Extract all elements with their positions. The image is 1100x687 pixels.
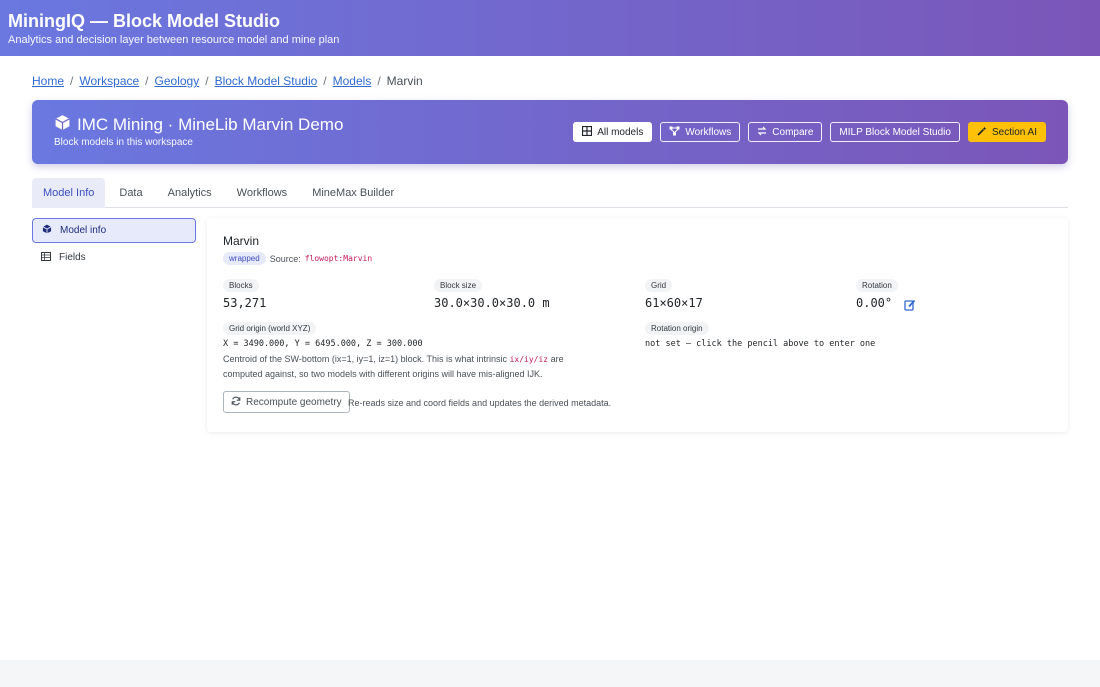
rotation-value: 0.00° bbox=[856, 296, 893, 310]
footer-bar bbox=[0, 660, 1100, 687]
cube-icon bbox=[42, 224, 52, 237]
tab-workflows[interactable]: Workflows bbox=[226, 178, 299, 208]
breadcrumb-home[interactable]: Home bbox=[32, 74, 64, 88]
rotation-label: Rotation bbox=[856, 279, 898, 292]
grid-origin-description: Centroid of the SW-bottom (ix=1, iy=1, i… bbox=[223, 352, 603, 381]
hero-subtitle: Block models in this workspace bbox=[54, 137, 193, 148]
workflows-button[interactable]: Workflows bbox=[660, 122, 741, 142]
pencil-edit-icon[interactable] bbox=[904, 298, 916, 311]
breadcrumb-separator: / bbox=[70, 74, 74, 88]
tab-analytics[interactable]: Analytics bbox=[157, 178, 223, 208]
recompute-label: Recompute geometry bbox=[246, 396, 342, 408]
breadcrumb-separator: / bbox=[323, 74, 327, 88]
tab-model-info[interactable]: Model Info bbox=[32, 178, 106, 208]
compare-button[interactable]: Compare bbox=[748, 122, 823, 142]
tab-bar: Model Info Data Analytics Workflows Mine… bbox=[32, 178, 1068, 208]
block-size-label: Block size bbox=[434, 279, 483, 292]
grid-label: Grid bbox=[645, 279, 673, 292]
breadcrumb-separator: / bbox=[377, 74, 381, 88]
source-label: Source: bbox=[269, 253, 301, 264]
grid-origin-value: X = 3490.000, Y = 6495.000, Z = 300.000 bbox=[223, 339, 423, 349]
hero-actions: All models Workflows Compare MILP Block … bbox=[573, 122, 1046, 142]
blocks-value: 53,271 bbox=[223, 296, 267, 310]
block-size-value: 30.0×30.0×30.0 m bbox=[434, 296, 550, 310]
source-value: flowopt:Marvin bbox=[304, 254, 373, 263]
model-name: Marvin bbox=[223, 234, 260, 248]
magic-wand-icon bbox=[977, 126, 987, 139]
workflows-label: Workflows bbox=[685, 126, 732, 138]
milp-studio-label: MILP Block Model Studio bbox=[839, 126, 951, 138]
refresh-icon bbox=[231, 396, 241, 409]
source-line: wrapped Source: flowopt:Marvin bbox=[223, 252, 1052, 265]
model-info-card: Marvin wrapped Source: flowopt:Marvin Bl… bbox=[207, 218, 1068, 432]
origin-desc-code: ix/iy/iz bbox=[509, 355, 549, 364]
breadcrumb: Home / Workspace / Geology / Block Model… bbox=[32, 74, 423, 88]
breadcrumb-block-model-studio[interactable]: Block Model Studio bbox=[215, 74, 318, 88]
breadcrumb-geology[interactable]: Geology bbox=[155, 74, 200, 88]
grid-value: 61×60×17 bbox=[645, 296, 703, 310]
grid-icon bbox=[582, 125, 593, 139]
cube-icon bbox=[54, 114, 71, 136]
side-nav: Model info Fields bbox=[32, 218, 196, 272]
hero-title: IMC Mining · MineLib Marvin Demo bbox=[54, 114, 343, 136]
rotation-origin-value: not set — click the pencil above to ente… bbox=[645, 339, 876, 349]
rotation-origin-label: Rotation origin bbox=[645, 322, 709, 335]
breadcrumb-workspace[interactable]: Workspace bbox=[79, 74, 139, 88]
table-icon bbox=[41, 251, 51, 264]
breadcrumb-separator: / bbox=[145, 74, 149, 88]
compare-label: Compare bbox=[772, 126, 814, 138]
sidebar-item-label: Model info bbox=[60, 225, 107, 236]
breadcrumb-current: Marvin bbox=[386, 74, 423, 88]
sidebar-item-fields[interactable]: Fields bbox=[32, 245, 196, 270]
all-models-label: All models bbox=[597, 126, 644, 138]
compare-arrows-icon bbox=[757, 126, 767, 139]
app-subtitle: Analytics and decision layer between res… bbox=[8, 34, 340, 46]
all-models-button[interactable]: All models bbox=[573, 122, 653, 142]
app-header: MiningIQ — Block Model Studio Analytics … bbox=[0, 0, 1100, 56]
milp-studio-button[interactable]: MILP Block Model Studio bbox=[830, 122, 960, 142]
tab-minemax-builder[interactable]: MineMax Builder bbox=[301, 178, 405, 208]
grid-origin-label: Grid origin (world XYZ) bbox=[223, 322, 317, 335]
hero-title-text: IMC Mining · MineLib Marvin Demo bbox=[77, 115, 344, 134]
recompute-note: Re-reads size and coord fields and updat… bbox=[348, 398, 612, 408]
sidebar-item-model-info[interactable]: Model info bbox=[32, 218, 196, 243]
wrapped-badge: wrapped bbox=[223, 252, 266, 265]
recompute-geometry-button[interactable]: Recompute geometry bbox=[223, 391, 350, 413]
section-ai-label: Section AI bbox=[991, 126, 1037, 138]
sidebar-item-label: Fields bbox=[59, 252, 86, 263]
diagram-icon bbox=[669, 126, 680, 139]
tab-data[interactable]: Data bbox=[108, 178, 153, 208]
breadcrumb-separator: / bbox=[205, 74, 209, 88]
origin-desc-text: Centroid of the SW-bottom (ix=1, iy=1, i… bbox=[223, 354, 508, 364]
section-ai-button[interactable]: Section AI bbox=[967, 122, 1046, 142]
app-title: MiningIQ — Block Model Studio bbox=[8, 11, 280, 31]
workspace-hero: IMC Mining · MineLib Marvin Demo Block m… bbox=[32, 100, 1068, 164]
blocks-label: Blocks bbox=[223, 279, 259, 292]
breadcrumb-models[interactable]: Models bbox=[333, 74, 372, 88]
